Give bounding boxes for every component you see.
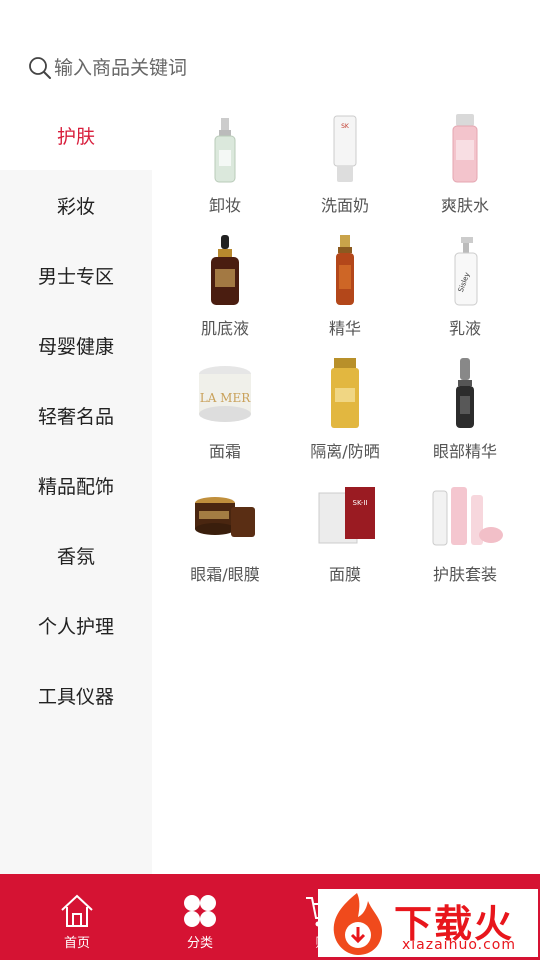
subcategory-grid: 卸妆 SK 洗面奶 爽肤水 肌底液 精华 Sisley 乳液 LA MER 面霜… [165,110,525,602]
category-label: 洗面奶 [320,196,369,215]
tab-category[interactable]: 分类 [160,892,240,956]
face-wash-tube-icon: SK [305,110,385,186]
category-label: 肌底液 [200,319,249,338]
category-label: 卸妆 [208,196,241,215]
sidebar-item-tools[interactable]: 工具仪器 [0,660,152,730]
tab-home[interactable]: 首页 [37,892,117,956]
category-label: 面霜 [208,442,241,461]
category-sidebar: 护肤 彩妆 男士专区 母婴健康 轻奢名品 精品配饰 香氛 个人护理 工具仪器 [0,100,152,874]
flame-logo-icon [333,893,382,955]
sidebar-item-light-luxury[interactable]: 轻奢名品 [0,380,152,450]
skincare-set-icon [425,479,505,555]
svg-text:LA MER: LA MER [200,391,251,405]
category-label: 精华 [328,319,361,338]
tab-label: 首页 [63,936,90,951]
sidebar-item-men[interactable]: 男士专区 [0,240,152,310]
svg-text:SK-II: SK-II [353,499,368,507]
watermark-logo: 下载火 xiazaihuo.com [318,889,538,957]
category-label: 护肤套装 [432,565,497,584]
category-label: 面膜 [328,565,361,584]
sidebar-item-skincare[interactable]: 护肤 [0,100,152,170]
cream-jar-icon: LA MER [185,356,265,432]
eye-serum-bottle-icon [425,356,505,432]
home-icon [61,894,93,927]
cleansing-oil-bottle-icon [185,110,265,186]
category-label: 眼霜/眼膜 [190,565,260,584]
sidebar-item-personal-care[interactable]: 个人护理 [0,590,152,660]
category-lotion[interactable]: Sisley 乳液 [405,233,525,356]
category-face-wash[interactable]: SK 洗面奶 [285,110,405,233]
category-label: 眼部精华 [432,442,497,461]
search-bar[interactable] [28,50,508,86]
sidebar-item-mother-baby[interactable]: 母婴健康 [0,310,152,380]
eye-cream-jar-icon [185,479,265,555]
tab-label: 分类 [186,936,213,951]
category-sunscreen[interactable]: 隔离/防晒 [285,356,405,479]
category-skincare-set[interactable]: 护肤套装 [405,479,525,602]
category-icon [184,895,216,927]
category-face-cream[interactable]: LA MER 面霜 [165,356,285,479]
category-label: 隔离/防晒 [310,442,380,461]
sidebar-item-accessories[interactable]: 精品配饰 [0,450,152,520]
serum-dropper-bottle-icon [185,233,265,309]
watermark-subtext: xiazaihuo.com [402,937,516,953]
category-face-mask[interactable]: SK-II 面膜 [285,479,405,602]
face-mask-pack-icon: SK-II [305,479,385,555]
toner-bottle-icon [425,110,505,186]
search-icon [29,57,51,79]
category-label: 爽肤水 [440,196,489,215]
lotion-pump-bottle-icon: Sisley [425,233,505,309]
sidebar-item-makeup[interactable]: 彩妆 [0,170,152,240]
sidebar-item-fragrance[interactable]: 香氛 [0,520,152,590]
category-essence[interactable]: 精华 [285,233,405,356]
sunscreen-bottle-icon [305,356,385,432]
category-eye-serum[interactable]: 眼部精华 [405,356,525,479]
category-toner[interactable]: 爽肤水 [405,110,525,233]
svg-text:SK: SK [341,123,350,130]
search-input[interactable] [54,57,474,79]
category-cleansing[interactable]: 卸妆 [165,110,285,233]
essence-bottle-icon [305,233,385,309]
category-label: 乳液 [448,319,481,338]
category-base-serum[interactable]: 肌底液 [165,233,285,356]
category-eye-cream[interactable]: 眼霜/眼膜 [165,479,285,602]
